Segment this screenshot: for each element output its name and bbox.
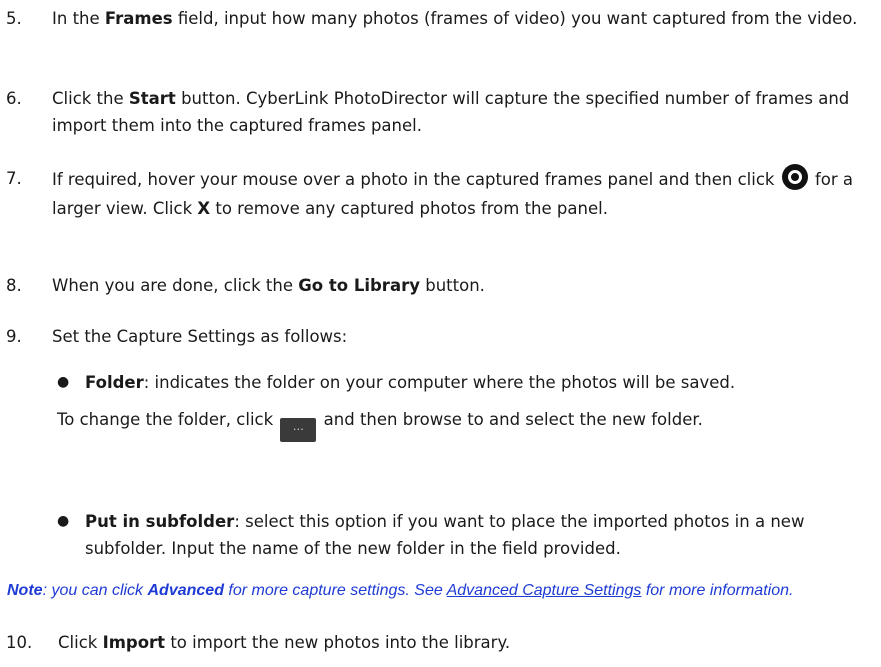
bullet-text: Put in subfolder: select this option if … — [85, 512, 805, 558]
step-number: 9. — [6, 327, 22, 346]
larger-view-icon — [781, 164, 808, 190]
ui-term: Frames — [104, 9, 173, 28]
step-text: Set the Capture Settings as follows: — [52, 327, 348, 346]
step-text: If required, hover your mouse over a pho… — [52, 164, 860, 223]
help-document: 5. In the Frames field, input how many p… — [0, 0, 881, 667]
ui-term: Import — [102, 633, 166, 652]
ui-term: X — [197, 199, 211, 218]
ui-term: Put in subfolder — [85, 512, 235, 531]
note-label: Note — [7, 582, 43, 599]
bullet-dot: ● — [57, 513, 70, 529]
step-number: 8. — [6, 276, 22, 295]
ui-term: Advanced — [147, 582, 224, 599]
ui-term: Folder — [85, 373, 144, 392]
ui-term: Go to Library — [298, 276, 420, 295]
step-number: 6. — [6, 89, 22, 108]
step-text: Click Import to import the new photos in… — [58, 633, 511, 652]
bullet-text: Folder: indicates the folder on your com… — [57, 369, 870, 442]
step-number: 10. — [6, 633, 33, 652]
step-text: In the Frames field, input how many phot… — [52, 9, 858, 28]
advanced-capture-settings-link[interactable]: Advanced Capture Settings — [447, 582, 642, 599]
step-number: 7. — [6, 169, 22, 188]
bullet-dot: ● — [57, 374, 70, 390]
ui-term: Start — [128, 89, 176, 108]
step-number: 5. — [6, 9, 22, 28]
step-text: Click the Start button. CyberLink PhotoD… — [52, 89, 850, 135]
note-text: Note: you can click Advanced for more ca… — [7, 582, 794, 599]
browse-folder-icon: … — [280, 418, 317, 442]
step-text: When you are done, click the Go to Libra… — [52, 276, 485, 295]
